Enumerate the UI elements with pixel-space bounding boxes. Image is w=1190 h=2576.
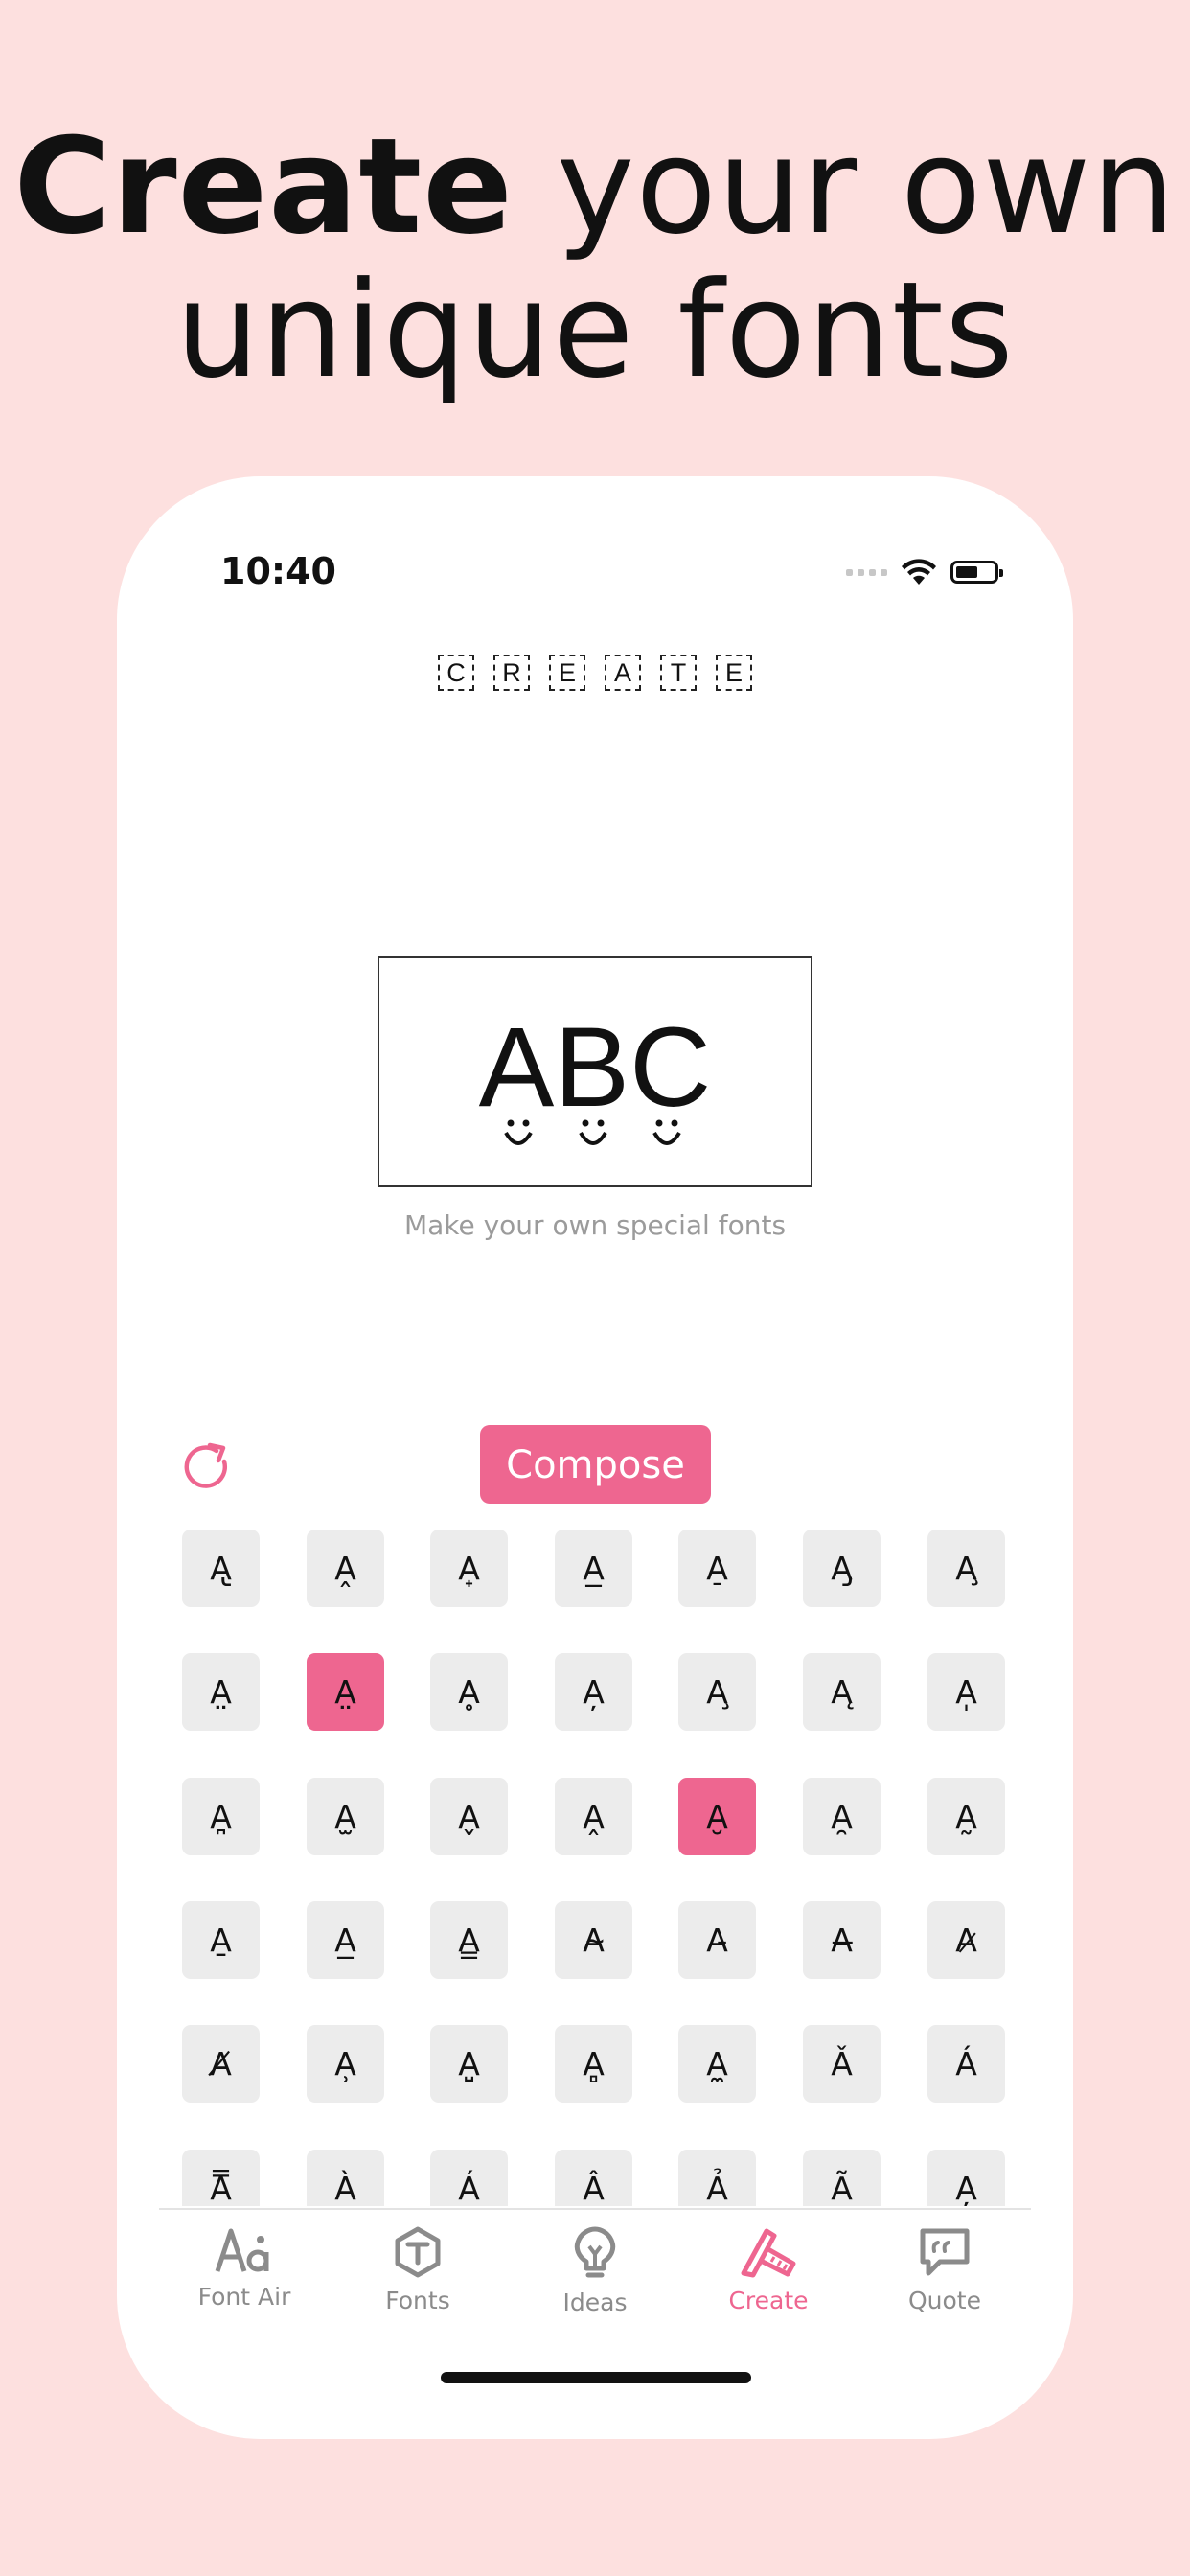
glyph-option-button[interactable]: A̫ bbox=[307, 1778, 384, 1855]
glyph-option-button[interactable]: A̦ bbox=[927, 2150, 1005, 2206]
title-letter: E bbox=[716, 655, 752, 691]
glyph-option-button[interactable]: A̯ bbox=[803, 1778, 881, 1855]
tab-label: Quote bbox=[907, 2287, 981, 2314]
headline-bold: Create bbox=[13, 109, 514, 264]
create-title: C R E A T E bbox=[117, 655, 1073, 691]
tab-label: Ideas bbox=[562, 2288, 628, 2316]
headline: Create your own unique fonts bbox=[0, 115, 1190, 402]
glyph-option-button[interactable]: A̳ bbox=[430, 1901, 508, 1979]
title-letter: R bbox=[493, 655, 530, 691]
glyph-option-button[interactable]: A̟ bbox=[430, 1530, 508, 1607]
tab-label: Fonts bbox=[385, 2287, 450, 2314]
title-letter: E bbox=[549, 655, 585, 691]
home-indicator bbox=[441, 2372, 751, 2383]
tab-fonts[interactable]: Fonts bbox=[351, 2225, 485, 2340]
tab-label: Font Air bbox=[197, 2283, 291, 2311]
title-letter: T bbox=[660, 655, 697, 691]
glyph-option-button[interactable]: A̤ bbox=[182, 1653, 260, 1731]
diacritic-grid: A̢ A̭ A̟ A̲ A̠ A̡ A̧ A̤ A̤ Ḁ A̦ A̧ Ą A̩ A̪ A̫ A̬ A̭ A̮ A̯ A̰… bbox=[182, 1530, 1006, 2206]
title-letter: C bbox=[438, 655, 474, 691]
preview-caption: Make your own special fonts bbox=[403, 1209, 787, 1241]
headline-rest: your own bbox=[513, 109, 1177, 264]
lightbulb-icon bbox=[574, 2226, 616, 2278]
glyph-option-button[interactable]: A̡ bbox=[803, 1530, 881, 1607]
status-time: 10:40 bbox=[220, 550, 336, 592]
glyph-option-button[interactable]: A̠ bbox=[678, 1530, 756, 1607]
glyph-option-button[interactable]: A̶ bbox=[803, 1901, 881, 1979]
glyph-option-button[interactable]: A̦ bbox=[555, 1653, 632, 1731]
glyph-option-button[interactable]: A̺ bbox=[430, 2025, 508, 2103]
smile-mark-icon bbox=[579, 1119, 607, 1145]
compose-button[interactable]: Compose bbox=[480, 1425, 711, 1504]
glyph-option-button[interactable]: A̱ bbox=[182, 1901, 260, 1979]
wifi-icon bbox=[902, 559, 936, 585]
glyph-option-button[interactable]: Ǎ bbox=[803, 2025, 881, 2103]
glyph-option-button[interactable]: A̢ bbox=[182, 1530, 260, 1607]
glyph-option-button[interactable]: A̲ bbox=[307, 1901, 384, 1979]
battery-icon bbox=[950, 561, 1003, 584]
smile-mark-icon bbox=[504, 1119, 533, 1145]
font-preview: ABC bbox=[378, 956, 812, 1187]
font-air-icon bbox=[215, 2228, 269, 2272]
glyph-option-button[interactable]: Ą bbox=[803, 1653, 881, 1731]
glyph-option-button[interactable]: À bbox=[307, 2150, 384, 2206]
glyph-option-button[interactable]: A̼ bbox=[678, 2025, 756, 2103]
tab-label: Create bbox=[728, 2287, 809, 2314]
glyph-option-button[interactable]: Á bbox=[430, 2150, 508, 2206]
glyph-option-button[interactable]: A̩ bbox=[927, 1653, 1005, 1731]
headline-line2: unique fonts bbox=[175, 253, 1015, 407]
glyph-option-button[interactable]: A̧ bbox=[927, 1530, 1005, 1607]
tab-quote[interactable]: Quote bbox=[878, 2225, 1012, 2340]
glyph-option-button[interactable]: A̹ bbox=[307, 2025, 384, 2103]
tab-ideas[interactable]: Ideas bbox=[528, 2225, 662, 2340]
fonts-hexagon-icon bbox=[395, 2226, 441, 2278]
smile-mark-icon bbox=[652, 1119, 681, 1145]
tab-bar: Font Air Fonts Ideas Create Quote bbox=[117, 2225, 1073, 2350]
glyph-option-button[interactable]: A̿ bbox=[182, 2150, 260, 2206]
glyph-option-button[interactable]: A̬ bbox=[430, 1778, 508, 1855]
phone-screen: 10:40 C R E A T E ABC Make your own spec… bbox=[117, 476, 1073, 2439]
glyph-option-button[interactable]: A̧ bbox=[678, 1653, 756, 1731]
preview-text: ABC bbox=[478, 1004, 712, 1131]
signal-icon bbox=[846, 568, 887, 576]
glyph-option-button[interactable]: A̪ bbox=[182, 1778, 260, 1855]
glyph-option-button[interactable]: A̤ bbox=[307, 1653, 384, 1731]
glyph-option-button[interactable]: A̰ bbox=[927, 1778, 1005, 1855]
glyph-option-button[interactable]: A̮ bbox=[678, 1778, 756, 1855]
glyph-option-button[interactable]: A̴ bbox=[555, 1901, 632, 1979]
tab-font-air[interactable]: Font Air bbox=[177, 2225, 311, 2340]
glyph-option-button[interactable]: Ḁ bbox=[430, 1653, 508, 1731]
glyph-option-button[interactable]: A̲ bbox=[555, 1530, 632, 1607]
glyph-option-button[interactable]: Ả bbox=[678, 2150, 756, 2206]
title-letter: A bbox=[605, 655, 641, 691]
pencil-ruler-icon bbox=[741, 2228, 796, 2278]
glyph-option-button[interactable]: A̭ bbox=[555, 1778, 632, 1855]
glyph-option-button[interactable]: A̵ bbox=[678, 1901, 756, 1979]
glyph-option-button[interactable]: A̭ bbox=[307, 1530, 384, 1607]
tabbar-divider bbox=[159, 2208, 1031, 2210]
tab-create[interactable]: Create bbox=[701, 2225, 835, 2340]
glyph-option-button[interactable]: A̸ bbox=[182, 2025, 260, 2103]
quote-bubble-icon bbox=[920, 2228, 970, 2276]
glyph-option-button[interactable]: Á bbox=[927, 2025, 1005, 2103]
refresh-icon[interactable] bbox=[180, 1440, 234, 1494]
glyph-option-button[interactable]: Â bbox=[555, 2150, 632, 2206]
glyph-option-button[interactable]: A̷ bbox=[927, 1901, 1005, 1979]
glyph-option-button[interactable]: Ã bbox=[803, 2150, 881, 2206]
glyph-option-button[interactable]: A̻ bbox=[555, 2025, 632, 2103]
status-icons bbox=[846, 553, 1003, 591]
